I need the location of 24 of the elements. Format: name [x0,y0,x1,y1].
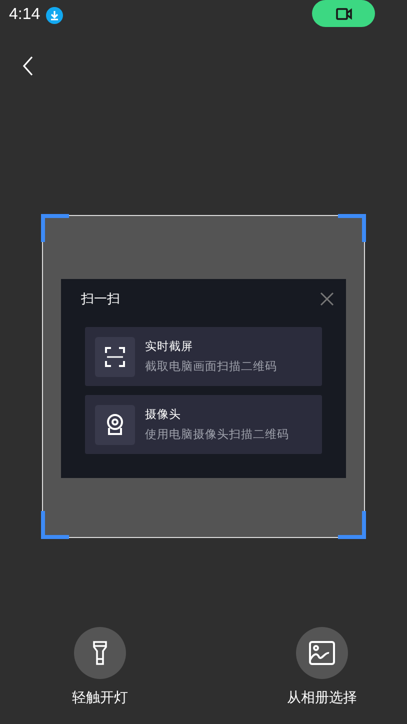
video-camera-icon [336,8,352,20]
option-description: 截取电脑画面扫描二维码 [145,359,277,374]
option-title: 摄像头 [145,407,182,422]
frame-corner-icon [41,511,69,539]
dialog-title: 扫一扫 [81,291,120,308]
flashlight-icon [93,641,107,665]
download-icon [46,6,64,24]
action-label: 从相册选择 [287,689,357,707]
action-label: 轻触开灯 [72,689,128,707]
option-description: 使用电脑摄像头扫描二维码 [145,427,289,442]
screen-record-button[interactable] [312,0,375,27]
option-title: 实时截屏 [145,339,194,354]
scan-option[interactable]: 实时截屏 截取电脑画面扫描二维码 [85,327,322,386]
frame-corner-icon [338,511,366,539]
frame-corner-icon [41,214,69,242]
frame-corner-icon [338,214,366,242]
album-button[interactable] [296,627,348,679]
close-icon[interactable] [320,292,334,306]
image-icon [309,641,335,665]
scan-option[interactable]: 摄像头 使用电脑摄像头扫描二维码 [85,395,322,454]
status-time: 4:14 [9,6,40,24]
flashlight-button[interactable] [74,627,126,679]
webcam-icon [106,414,124,436]
scan-frame-icon [105,346,125,366]
